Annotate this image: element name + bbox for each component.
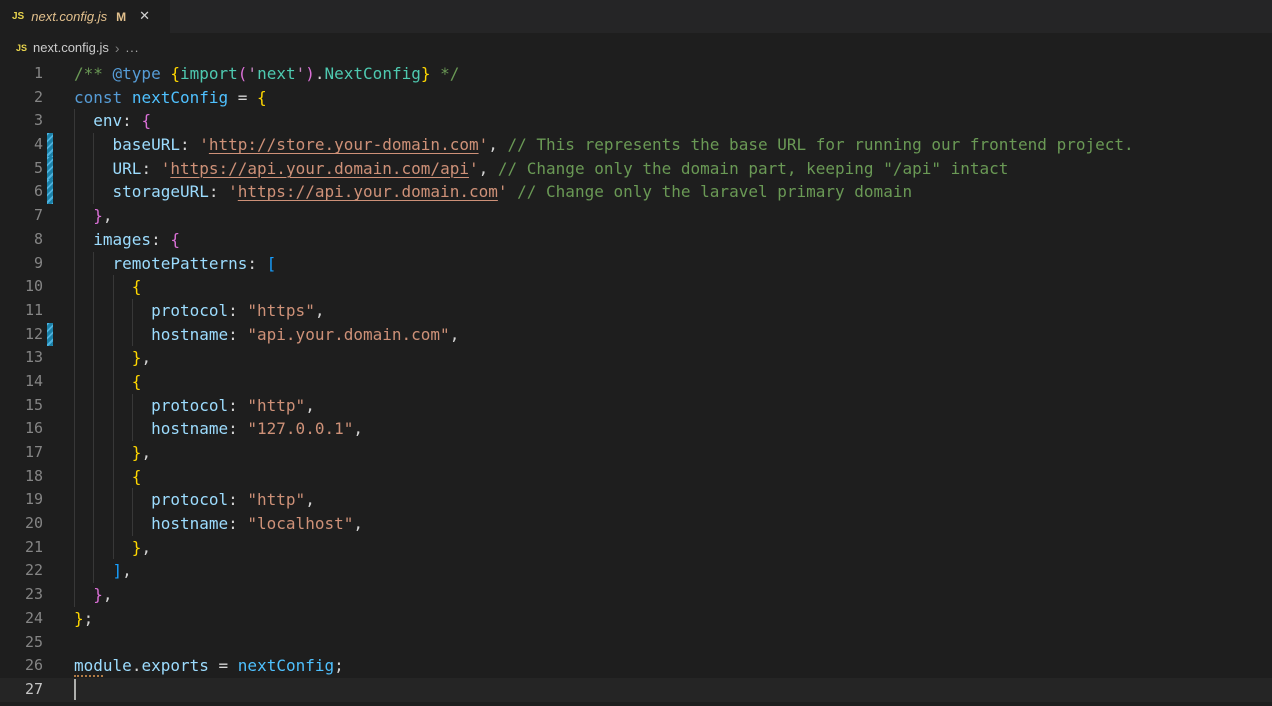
code-text: { <box>74 465 141 489</box>
code-text: { <box>74 275 141 299</box>
code-line[interactable]: 19 protocol: "http", <box>0 488 1272 512</box>
code-text: protocol: "https", <box>74 299 324 323</box>
breadcrumb: JS next.config.js › ... <box>0 33 1272 62</box>
code-line[interactable]: 12 hostname: "api.your.domain.com", <box>0 323 1272 347</box>
code-line[interactable]: 20 hostname: "localhost", <box>0 512 1272 536</box>
git-modified-marker[interactable] <box>47 133 53 157</box>
code-editor[interactable]: 1 /** @type {import('next').NextConfig} *… <box>0 62 1272 706</box>
code-text: hostname: "127.0.0.1", <box>74 417 363 441</box>
line-number: 19 <box>0 488 43 512</box>
code-line[interactable]: 14 { <box>0 370 1272 394</box>
line-number: 17 <box>0 441 43 465</box>
code-text: module.exports = nextConfig; <box>74 654 344 678</box>
text-cursor <box>74 679 76 701</box>
code-text: }, <box>74 204 113 228</box>
code-line[interactable]: 13 }, <box>0 346 1272 370</box>
line-number: 12 <box>0 323 43 347</box>
line-number: 7 <box>0 204 43 228</box>
code-text: }, <box>74 441 151 465</box>
code-line[interactable]: 15 protocol: "http", <box>0 394 1272 418</box>
code-line[interactable]: 8 images: { <box>0 228 1272 252</box>
code-line[interactable]: 25 <box>0 631 1272 655</box>
code-text: protocol: "http", <box>74 394 315 418</box>
line-number: 9 <box>0 252 43 276</box>
line-number: 20 <box>0 512 43 536</box>
line-number: 3 <box>0 109 43 133</box>
code-text: }; <box>74 607 93 631</box>
line-number: 8 <box>0 228 43 252</box>
line-number: 4 <box>0 133 43 157</box>
code-text: URL: 'https://api.your.domain.com/api', … <box>74 157 1008 181</box>
code-text: }, <box>74 583 113 607</box>
code-text: storageURL: 'https://api.your.domain.com… <box>74 180 912 204</box>
line-number: 26 <box>0 654 43 678</box>
code-line[interactable]: 2 const nextConfig = { <box>0 86 1272 110</box>
code-text: }, <box>74 536 151 560</box>
line-number: 15 <box>0 394 43 418</box>
line-number: 11 <box>0 299 43 323</box>
code-text: }, <box>74 346 151 370</box>
code-line[interactable]: 7 }, <box>0 204 1272 228</box>
code-text: hostname: "localhost", <box>74 512 363 536</box>
code-line[interactable]: 26 module.exports = nextConfig; <box>0 654 1272 678</box>
line-number: 25 <box>0 631 43 655</box>
code-line[interactable]: 4 baseURL: 'http://store.your-domain.com… <box>0 133 1272 157</box>
code-line[interactable]: 6 storageURL: 'https://api.your.domain.c… <box>0 180 1272 204</box>
tab-title: next.config.js <box>31 9 107 24</box>
code-line[interactable]: 17 }, <box>0 441 1272 465</box>
code-line[interactable]: 16 hostname: "127.0.0.1", <box>0 417 1272 441</box>
line-number: 2 <box>0 86 43 110</box>
code-line[interactable]: 5 URL: 'https://api.your.domain.com/api'… <box>0 157 1272 181</box>
code-text: { <box>74 370 141 394</box>
code-text: images: { <box>74 228 180 252</box>
code-text: hostname: "api.your.domain.com", <box>74 323 459 347</box>
git-modified-badge: M <box>116 10 126 24</box>
code-line[interactable]: 22 ], <box>0 559 1272 583</box>
line-number: 21 <box>0 536 43 560</box>
line-number: 6 <box>0 180 43 204</box>
line-number: 5 <box>0 157 43 181</box>
code-text: ], <box>74 559 132 583</box>
line-number: 10 <box>0 275 43 299</box>
tab-next-config-js[interactable]: JS next.config.js M ✕ <box>0 0 170 33</box>
tab-bar: JS next.config.js M ✕ <box>0 0 1272 33</box>
code-text: /** @type {import('next').NextConfig} */ <box>74 62 459 86</box>
code-line[interactable]: 11 protocol: "https", <box>0 299 1272 323</box>
line-number: 27 <box>0 678 43 702</box>
code-text: baseURL: 'http://store.your-domain.com',… <box>74 133 1134 157</box>
git-modified-marker[interactable] <box>47 180 53 204</box>
line-number: 24 <box>0 607 43 631</box>
line-number: 14 <box>0 370 43 394</box>
code-line[interactable]: 1 /** @type {import('next').NextConfig} *… <box>0 62 1272 86</box>
code-line[interactable]: 21 }, <box>0 536 1272 560</box>
code-line[interactable]: 27 <box>0 678 1272 702</box>
breadcrumb-file[interactable]: next.config.js <box>33 40 109 55</box>
line-number: 18 <box>0 465 43 489</box>
code-line[interactable]: 3 env: { <box>0 109 1272 133</box>
code-line[interactable]: 9 remotePatterns: [ <box>0 252 1272 276</box>
line-number: 13 <box>0 346 43 370</box>
close-icon[interactable]: ✕ <box>139 10 150 23</box>
breadcrumb-symbol-ellipsis[interactable]: ... <box>126 40 140 55</box>
line-number: 23 <box>0 583 43 607</box>
vscode-window: JS next.config.js M ✕ JS next.config.js … <box>0 0 1272 706</box>
line-number: 1 <box>0 62 43 86</box>
line-number: 16 <box>0 417 43 441</box>
code-line[interactable]: 23 }, <box>0 583 1272 607</box>
code-text: remotePatterns: [ <box>74 252 276 276</box>
javascript-file-icon: JS <box>16 43 27 53</box>
git-modified-marker[interactable] <box>47 157 53 181</box>
javascript-file-icon: JS <box>12 11 24 22</box>
code-text: env: { <box>74 109 151 133</box>
code-line[interactable]: 24}; <box>0 607 1272 631</box>
code-text: const nextConfig = { <box>74 86 267 110</box>
code-line[interactable]: 10 { <box>0 275 1272 299</box>
git-modified-marker[interactable] <box>47 323 53 347</box>
code-text: protocol: "http", <box>74 488 315 512</box>
chevron-right-icon: › <box>115 40 120 56</box>
line-number: 22 <box>0 559 43 583</box>
code-line[interactable]: 18 { <box>0 465 1272 489</box>
